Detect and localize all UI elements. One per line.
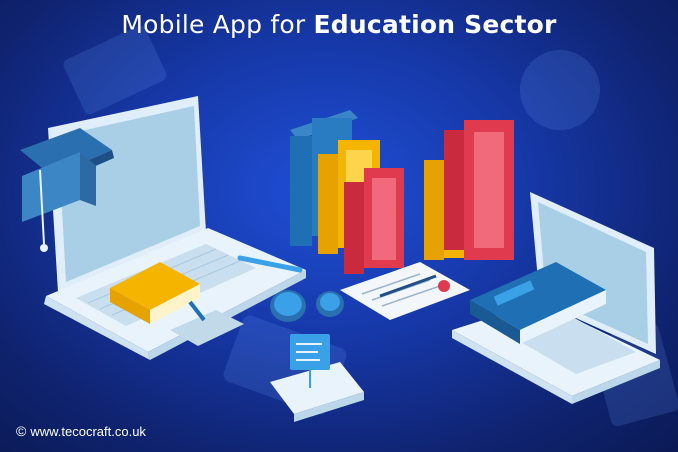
education-illustration [20,25,678,427]
website-link[interactable]: www.tecocraft.co.uk [30,424,146,439]
title-emphasis: Education Sector [313,10,557,39]
page-title: Mobile App for Education Sector [0,10,678,39]
chat-bubbles [270,290,344,322]
book-stack [290,110,514,274]
edu-banner: Mobile App for Education Sector © www.te… [0,0,678,452]
copyright-icon: © [16,423,27,439]
footer: © www.tecocraft.co.uk [16,423,146,439]
title-prefix: Mobile App for [121,10,306,39]
